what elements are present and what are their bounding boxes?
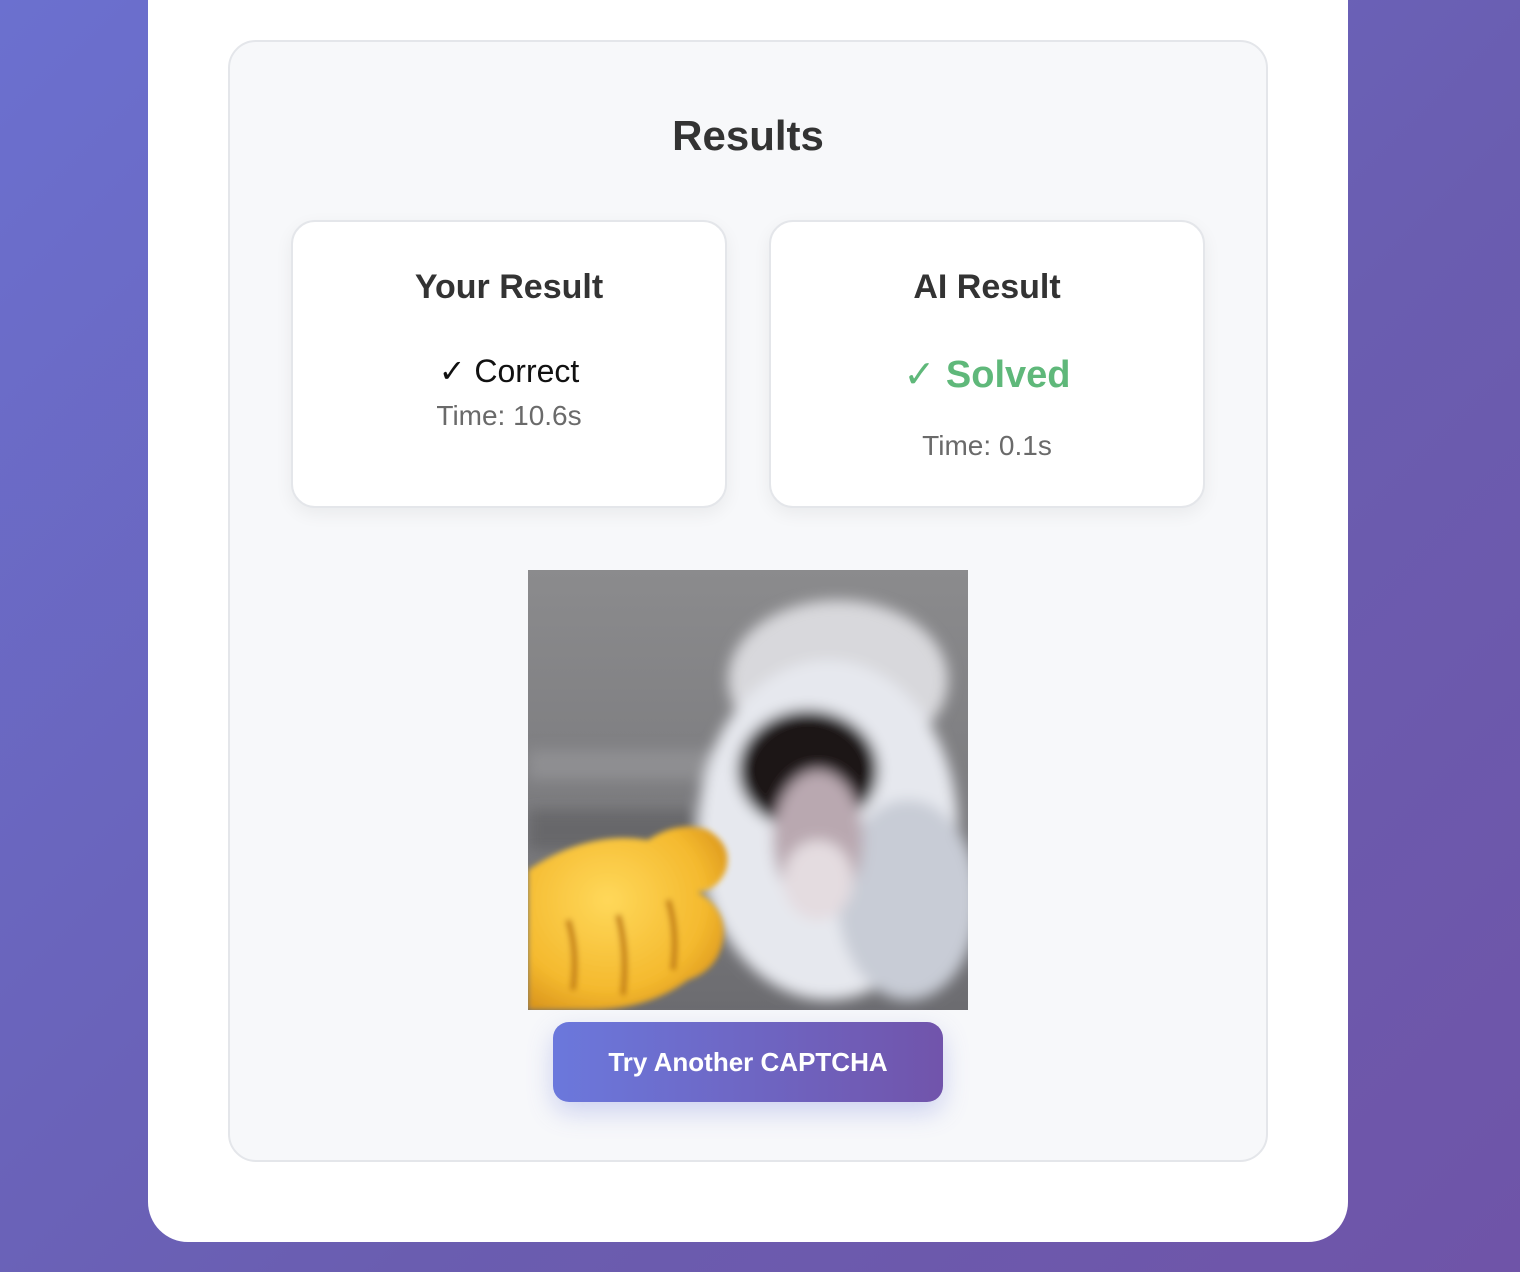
try-another-captcha-button[interactable]: Try Another CAPTCHA — [553, 1022, 943, 1102]
your-result-time: Time: 10.6s — [436, 400, 582, 431]
your-result-card: Your Result ✓ Correct Time: 10.6s — [291, 220, 727, 508]
results-panel: Results Your Result ✓ Correct Time: 10.6… — [228, 40, 1268, 1162]
results-title: Results — [672, 112, 824, 159]
your-result-title: Your Result — [414, 268, 604, 306]
ai-result-card: AI Result ✓ Solved Time: 0.1s — [769, 220, 1205, 508]
ai-result-title: AI Result — [913, 268, 1061, 306]
ai-result-status: ✓ Solved — [903, 354, 1071, 396]
main-card: Results Your Result ✓ Correct Time: 10.6… — [148, 0, 1348, 1242]
your-result-status: ✓ Correct — [438, 353, 580, 389]
ai-result-time: Time: 0.1s — [922, 430, 1052, 461]
captcha-image — [528, 570, 968, 1010]
